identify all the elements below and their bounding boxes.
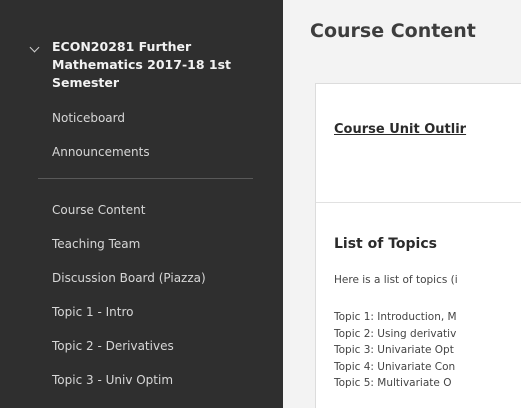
list-item: Topic 5: Multivariate O [334,377,452,389]
list-item: Topic 4: Univariate Con [334,360,456,373]
course-title-line: ECON20281 Further [52,39,192,54]
sidebar-item-course-content[interactable]: Course Content [0,193,283,227]
topic-list: Topic 1: Introduction, M Topic 2: Using … [334,309,457,392]
sidebar-item-discussion-board[interactable]: Discussion Board (Piazza) [0,261,283,295]
sidebar-item-teaching-team[interactable]: Teaching Team [0,227,283,261]
sidebar-top-nav: Noticeboard Announcements [0,101,283,169]
list-item: Topic 1: Introduction, M [334,311,457,323]
sidebar-item-topic-3[interactable]: Topic 3 - Univ Optim [0,363,283,397]
sidebar-item-topic-2[interactable]: Topic 2 - Derivatives [0,329,283,363]
card-divider [316,202,521,203]
course-unit-outline-link[interactable]: Course Unit Outlir [334,122,466,137]
course-title-line: Semester [52,75,120,90]
topics-intro: Here is a list of topics (i [334,274,458,286]
sidebar-item-topic-1[interactable]: Topic 1 - Intro [0,295,283,329]
main-content: Course Content Course Unit Outlir List o… [283,0,521,408]
list-item: Topic 3: Univariate Opt [334,344,454,356]
sidebar-divider [38,178,253,179]
sidebar-item-noticeboard[interactable]: Noticeboard [0,101,283,135]
chevron-down-icon[interactable] [29,42,40,53]
topics-heading: List of Topics [334,236,437,252]
course-title-line: Mathematics 2017-18 1st [52,57,231,72]
sidebar-item-announcements[interactable]: Announcements [0,135,283,169]
list-item: Topic 2: Using derivativ [334,327,457,340]
course-title: ECON20281 Further Mathematics 2017-18 1s… [52,38,231,92]
content-card: Course Unit Outlir List of Topics Here i… [315,83,521,408]
course-sidebar: ECON20281 Further Mathematics 2017-18 1s… [0,0,283,408]
course-header[interactable]: ECON20281 Further Mathematics 2017-18 1s… [0,0,283,92]
sidebar-nav: Course Content Teaching Team Discussion … [0,193,283,397]
page-title: Course Content [310,20,476,42]
